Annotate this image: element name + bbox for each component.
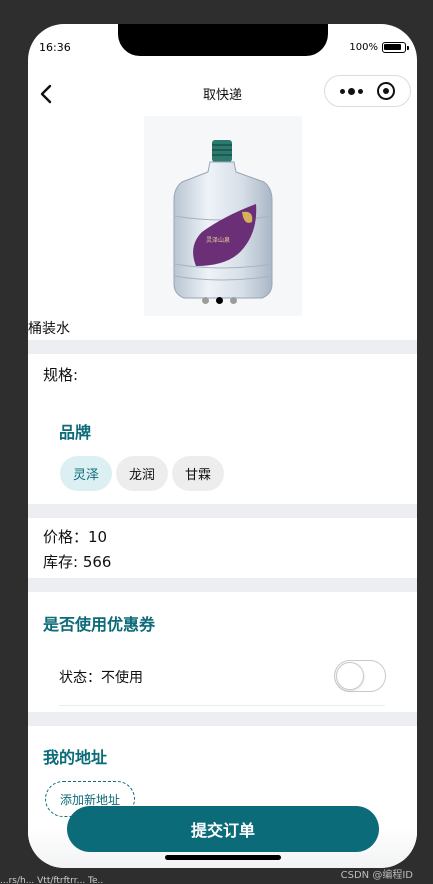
home-indicator — [165, 855, 281, 860]
row-divider — [59, 705, 385, 706]
background-text: ...rs/h... Vtt/ftrftrr... Te.. — [0, 876, 104, 884]
toggle-knob — [336, 662, 364, 690]
brand-chip-longrun[interactable]: 龙润 — [116, 456, 168, 491]
coupon-status: 状态：不使用 — [59, 670, 143, 686]
brand-chip-ganlin[interactable]: 甘霖 — [172, 456, 224, 491]
status-right: 100% — [349, 42, 409, 53]
mini-program-capsule — [324, 75, 411, 107]
carousel-indicator — [202, 297, 237, 304]
status-time: 16:36 — [39, 41, 71, 54]
price-text: 价格：10 — [43, 528, 108, 546]
water-bottle-icon: 灵泽山泉 — [173, 140, 273, 299]
stock-text: 库存: 566 — [43, 553, 112, 571]
target-circle-icon[interactable] — [377, 82, 395, 100]
notch — [118, 24, 328, 56]
product-name: 桶装水 — [28, 321, 70, 337]
carousel-dot-active[interactable] — [216, 297, 223, 304]
more-dots-icon[interactable] — [340, 87, 363, 95]
watermark: CSDN @编程ID — [340, 870, 413, 881]
submit-order-button[interactable]: 提交订单 — [67, 806, 379, 852]
address-title: 我的地址 — [43, 748, 108, 767]
section-divider — [28, 504, 417, 518]
phone-screen: 16:36 100% 取快递 灵泽山泉 桶装水 规格: 品牌 灵泽 龙润 甘霖 … — [28, 24, 417, 868]
battery-icon — [382, 42, 409, 53]
coupon-toggle[interactable] — [334, 660, 386, 692]
brand-chip-lingze[interactable]: 灵泽 — [60, 456, 112, 491]
battery-percent: 100% — [349, 42, 378, 53]
svg-text:灵泽山泉: 灵泽山泉 — [206, 236, 230, 244]
brand-title: 品牌 — [59, 423, 92, 442]
section-divider — [28, 712, 417, 726]
coupon-title: 是否使用优惠券 — [43, 615, 156, 634]
carousel-dot[interactable] — [202, 297, 209, 304]
section-divider — [28, 578, 417, 592]
section-divider — [28, 340, 417, 354]
spec-label: 规格: — [43, 366, 79, 384]
product-image: 灵泽山泉 — [144, 116, 302, 316]
carousel-dot[interactable] — [230, 297, 237, 304]
